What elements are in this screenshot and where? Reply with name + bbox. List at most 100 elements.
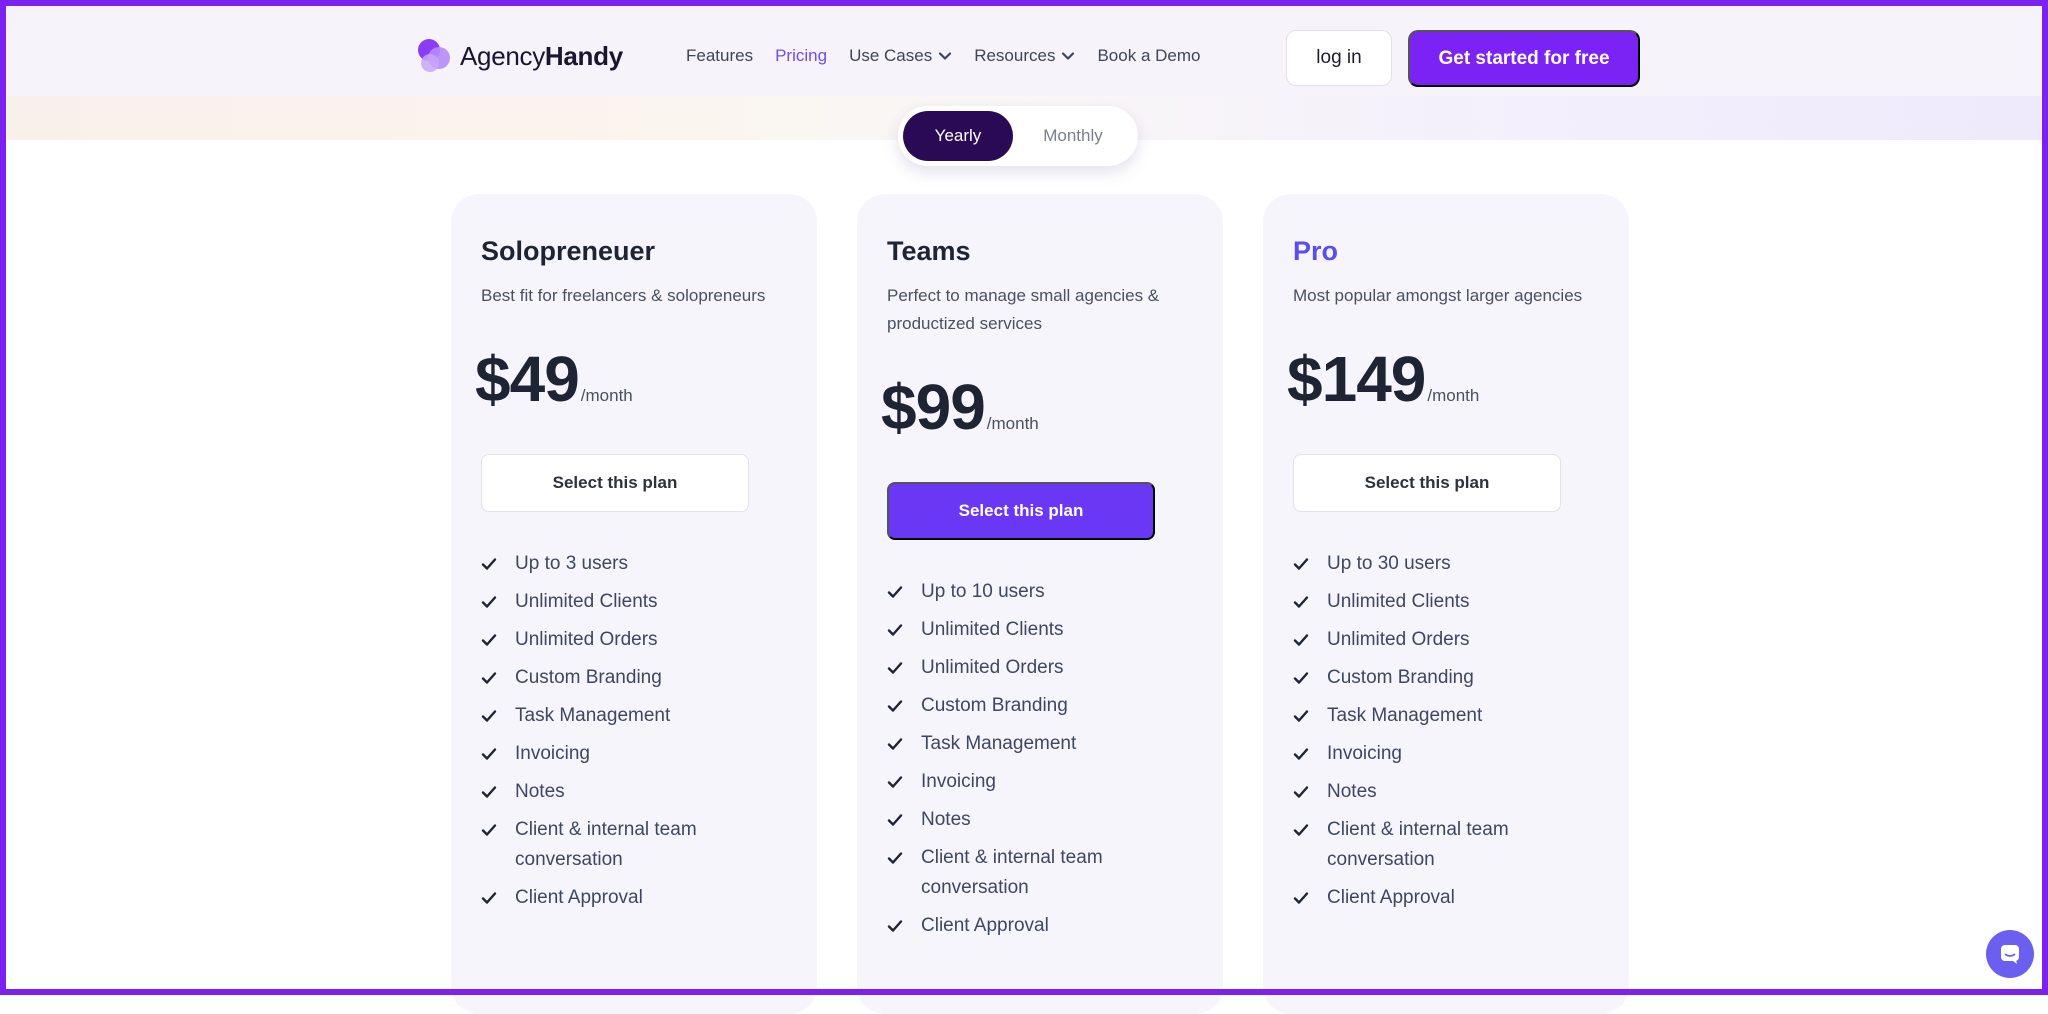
check-icon [1293,634,1309,646]
plan-card-teams: Teams Perfect to manage small agencies &… [857,194,1223,1014]
feature-item: Unlimited Orders [481,625,791,655]
check-icon [481,558,497,570]
feature-item: Client & internal team conversation [1293,815,1603,875]
feature-item: Client Approval [887,911,1197,941]
nav-pricing[interactable]: Pricing [775,46,827,66]
feature-item: Invoicing [887,767,1197,797]
check-icon [887,662,903,674]
feature-label: Client Approval [921,915,1049,936]
feature-label: Task Management [1327,705,1483,726]
plan-price: $49 /month [475,342,633,416]
nav-use-cases-label: Use Cases [849,46,933,65]
login-button[interactable]: log in [1286,30,1392,86]
check-icon [1293,892,1309,904]
feature-label: Task Management [515,705,671,726]
feature-label: Client & internal team conversation [515,819,697,870]
price-unit: /month [986,414,1039,433]
feature-item: Client Approval [481,883,791,913]
feature-label: Client & internal team conversation [921,847,1103,898]
nav-book-demo[interactable]: Book a Demo [1097,46,1200,66]
price-unit: /month [580,386,633,405]
brand-name: AgencyHandy [460,41,623,72]
brand-name-regular: Agency [460,40,545,71]
toggle-monthly[interactable]: Monthly [1013,111,1133,161]
feature-item: Up to 10 users [887,577,1197,607]
feature-item: Custom Branding [481,663,791,693]
price-amount: $99 [881,371,986,443]
check-icon [481,672,497,684]
price-unit: /month [1427,386,1480,405]
nav-resources-label: Resources [974,46,1056,65]
feature-item: Unlimited Orders [887,653,1197,683]
feature-label: Invoicing [515,743,590,764]
check-icon [887,814,903,826]
check-icon [1293,786,1309,798]
check-icon [887,738,903,750]
brand-name-bold: Handy [544,40,623,71]
feature-item: Unlimited Orders [1293,625,1603,655]
feature-list: Up to 3 users Unlimited Clients Unlimite… [481,549,791,921]
check-icon [481,710,497,722]
feature-item: Notes [1293,777,1603,807]
check-icon [481,634,497,646]
feature-label: Unlimited Clients [515,591,658,612]
select-plan-button[interactable]: Select this plan [887,482,1155,540]
feature-item: Client Approval [1293,883,1603,913]
chat-launcher-button[interactable] [1986,930,2034,978]
feature-item: Invoicing [481,739,791,769]
check-icon [1293,710,1309,722]
feature-label: Unlimited Clients [921,619,1064,640]
chevron-down-icon [1062,52,1075,60]
feature-item: Invoicing [1293,739,1603,769]
chevron-down-icon [939,52,952,60]
nav-resources[interactable]: Resources [974,46,1075,66]
feature-item: Client & internal team conversation [481,815,791,875]
feature-item: Notes [887,805,1197,835]
feature-item: Task Management [887,729,1197,759]
check-icon [887,776,903,788]
get-started-button[interactable]: Get started for free [1408,30,1640,87]
feature-item: Custom Branding [887,691,1197,721]
feature-label: Up to 3 users [515,553,628,574]
feature-label: Task Management [921,733,1077,754]
nav-use-cases[interactable]: Use Cases [849,46,952,66]
feature-label: Unlimited Orders [515,629,658,650]
feature-label: Notes [921,809,971,830]
plan-description: Most popular amongst larger agencies [1293,286,1583,305]
select-plan-button[interactable]: Select this plan [1293,454,1561,512]
check-icon [887,586,903,598]
check-icon [887,700,903,712]
feature-label: Notes [1327,781,1377,802]
plan-price: $149 /month [1287,342,1479,416]
chat-icon [2001,945,2019,964]
check-icon [481,824,497,836]
feature-item: Up to 3 users [481,549,791,579]
feature-item: Unlimited Clients [481,587,791,617]
nav-features[interactable]: Features [686,46,753,66]
price-amount: $49 [475,343,580,415]
plan-description: Best fit for freelancers & solopreneurs [481,286,766,305]
billing-toggle: Yearly Monthly [898,106,1138,166]
plan-price: $99 /month [881,370,1039,444]
feature-label: Up to 10 users [921,581,1045,602]
feature-label: Unlimited Orders [1327,629,1470,650]
brand-logo[interactable]: AgencyHandy [414,36,623,76]
feature-label: Invoicing [1327,743,1402,764]
feature-label: Client & internal team conversation [1327,819,1509,870]
toggle-yearly[interactable]: Yearly [903,111,1013,161]
feature-item: Task Management [1293,701,1603,731]
feature-label: Unlimited Clients [1327,591,1470,612]
feature-item: Custom Branding [1293,663,1603,693]
main-nav: Features Pricing Use Cases Resources Boo… [686,46,1200,66]
check-icon [481,786,497,798]
select-plan-button[interactable]: Select this plan [481,454,749,512]
agencyhandy-logo-icon [418,39,450,72]
feature-item: Task Management [481,701,791,731]
plan-description: Perfect to manage small agencies & produ… [887,286,1160,333]
plan-card-solopreneur: Solopreneuer Best fit for freelancers & … [451,194,817,1014]
feature-label: Notes [515,781,565,802]
feature-label: Client Approval [1327,887,1455,908]
check-icon [481,892,497,904]
check-icon [1293,596,1309,608]
feature-label: Custom Branding [515,667,662,688]
